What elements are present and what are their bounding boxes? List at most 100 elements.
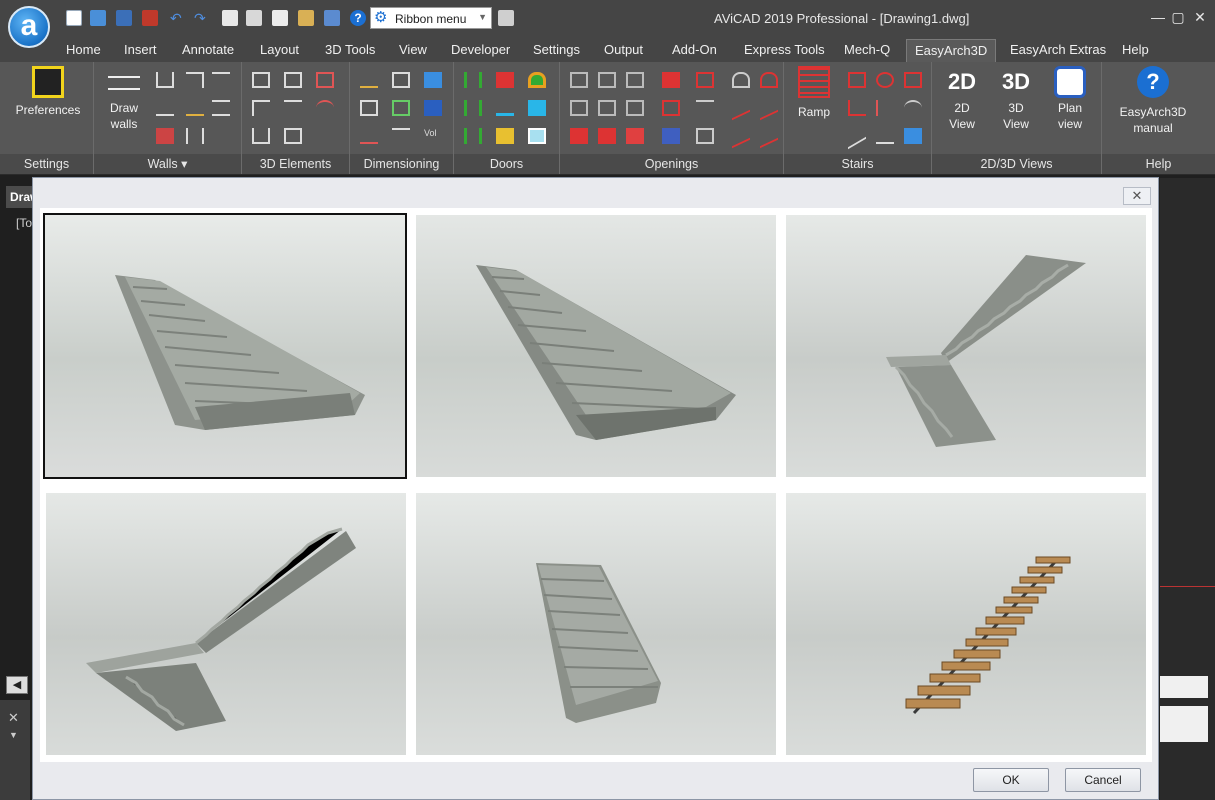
door-arch-icon[interactable] (528, 72, 546, 88)
tab-easyarch-extras[interactable]: EasyArch Extras (1002, 39, 1114, 62)
tab-mech-q[interactable]: Mech-Q (836, 39, 898, 62)
opening-8-icon[interactable] (570, 100, 588, 116)
undo-icon[interactable]: ↶ (170, 10, 186, 26)
opening-2-icon[interactable] (598, 72, 616, 88)
roof-ridge-icon[interactable] (284, 100, 302, 116)
stair-option-straight-short[interactable] (416, 493, 776, 757)
stair-curve-icon[interactable] (876, 100, 894, 116)
draw-walls-button[interactable]: Draw walls (100, 66, 148, 132)
new-file-icon[interactable] (66, 10, 82, 26)
print-preview-icon[interactable] (222, 10, 238, 26)
dim-area-icon[interactable] (360, 100, 378, 116)
dim-table-icon[interactable] (392, 72, 410, 88)
opening-19-icon[interactable] (696, 128, 714, 144)
wall-tee-top-icon[interactable] (212, 72, 230, 88)
door-sliding-icon[interactable] (496, 100, 514, 116)
tab-view[interactable]: View (391, 39, 435, 62)
door-glass-icon[interactable] (528, 100, 546, 116)
door-wood-icon[interactable] (496, 128, 514, 144)
opening-14-icon[interactable] (760, 95, 778, 121)
opening-6-icon[interactable] (732, 72, 750, 88)
stair-option-half-turn[interactable] (46, 493, 406, 757)
roof-icon[interactable] (252, 100, 270, 116)
tab-add-on[interactable]: Add-On (664, 39, 725, 62)
tab-developer[interactable]: Developer (443, 39, 518, 62)
opening-11-icon[interactable] (662, 100, 680, 116)
dim-tag-icon[interactable] (424, 72, 442, 88)
help-icon[interactable]: ? (350, 10, 366, 26)
tab-express-tools[interactable]: Express Tools (736, 39, 833, 62)
minimize-button[interactable]: — (1148, 9, 1168, 25)
opening-21-icon[interactable] (760, 123, 778, 149)
opening-17-icon[interactable] (626, 128, 644, 144)
maximize-button[interactable]: ▢ (1168, 9, 1188, 26)
opening-7-icon[interactable] (760, 72, 778, 88)
redo-icon[interactable]: ↷ (194, 10, 210, 26)
wall-parallel-icon[interactable] (212, 100, 230, 116)
ok-button[interactable]: OK (973, 768, 1049, 792)
opening-20-icon[interactable] (732, 123, 750, 149)
door-frame-icon[interactable] (464, 128, 482, 144)
preferences-button[interactable]: Preferences (12, 66, 84, 118)
dialog-close-button[interactable]: ✕ (1123, 187, 1151, 205)
opening-10-icon[interactable] (626, 100, 644, 116)
opening-18-icon[interactable] (662, 128, 680, 144)
opening-13-icon[interactable] (732, 95, 750, 121)
opening-15-icon[interactable] (570, 128, 588, 144)
door-single-icon[interactable] (464, 72, 482, 88)
properties-icon[interactable] (272, 10, 288, 26)
easyarch3d-manual-button[interactable]: ? EasyArch3D manual (1110, 66, 1196, 136)
dim-level-icon[interactable] (360, 128, 378, 144)
wall-break-icon[interactable] (186, 128, 204, 144)
scroll-left-button[interactable]: ◀ (6, 676, 28, 694)
opening-4-icon[interactable] (662, 72, 680, 88)
save-icon[interactable] (116, 10, 132, 26)
shape-icon[interactable] (284, 128, 302, 144)
workspace-icon[interactable] (498, 10, 514, 26)
stair-option-open-riser-wood[interactable] (786, 493, 1146, 757)
stair-rail-icon[interactable] (848, 122, 866, 150)
stair-3d-icon[interactable] (904, 128, 922, 144)
tab-easyarch3d[interactable]: EasyArch3D (906, 39, 997, 62)
close-icon[interactable]: ✕ (8, 710, 19, 726)
tab-layout[interactable]: Layout (252, 39, 307, 62)
2d-view-button[interactable]: 2D 2D View (940, 66, 984, 132)
dim-section-icon[interactable] (392, 128, 410, 144)
sort-icon[interactable] (324, 10, 340, 26)
door-panel-icon[interactable] (496, 72, 514, 88)
dim-window-icon[interactable] (424, 100, 442, 116)
dim-linear-icon[interactable] (360, 72, 378, 88)
stair-fan-icon[interactable] (848, 100, 866, 116)
opening-16-icon[interactable] (598, 128, 616, 144)
wall-tee-icon[interactable] (156, 72, 174, 88)
close-button[interactable]: ✕ (1190, 9, 1210, 26)
dim-volume-icon[interactable]: Vol (424, 128, 442, 144)
opening-9-icon[interactable] (598, 100, 616, 116)
group-label-walls[interactable]: Walls ▾ (94, 154, 241, 174)
stair-steps-icon[interactable] (876, 128, 894, 144)
beam-icon[interactable] (316, 72, 334, 88)
cancel-button[interactable]: Cancel (1065, 768, 1141, 792)
door-window-icon[interactable] (528, 128, 546, 144)
save-as-icon[interactable] (142, 10, 158, 26)
door-double-icon[interactable] (464, 100, 482, 116)
tab-settings[interactable]: Settings (525, 39, 588, 62)
open-folder-icon[interactable] (90, 10, 106, 26)
slab-icon[interactable] (252, 72, 270, 88)
wall-corner-icon[interactable] (186, 72, 204, 88)
chevron-down-icon[interactable]: ▼ (9, 730, 18, 740)
ramp-button[interactable]: Ramp (790, 66, 838, 120)
wall-cut-icon[interactable] (156, 128, 174, 144)
tab-output[interactable]: Output (596, 39, 651, 62)
wall-edit-icon[interactable] (186, 100, 204, 116)
plan-view-button[interactable]: Plan view (1048, 66, 1092, 132)
tab-3d-tools[interactable]: 3D Tools (317, 39, 383, 62)
stair-arc-icon[interactable] (904, 100, 922, 116)
stair-option-quarter-landing[interactable] (786, 215, 1146, 479)
tab-home[interactable]: Home (58, 39, 109, 62)
ribbon-menu-dropdown[interactable]: ⚙ Ribbon menu ▼ (370, 7, 492, 29)
stair-straight-icon[interactable] (848, 72, 866, 88)
stair-option-straight-stringer[interactable] (416, 215, 776, 479)
opening-12-icon[interactable] (696, 100, 714, 116)
dim-room-icon[interactable] (392, 100, 410, 116)
